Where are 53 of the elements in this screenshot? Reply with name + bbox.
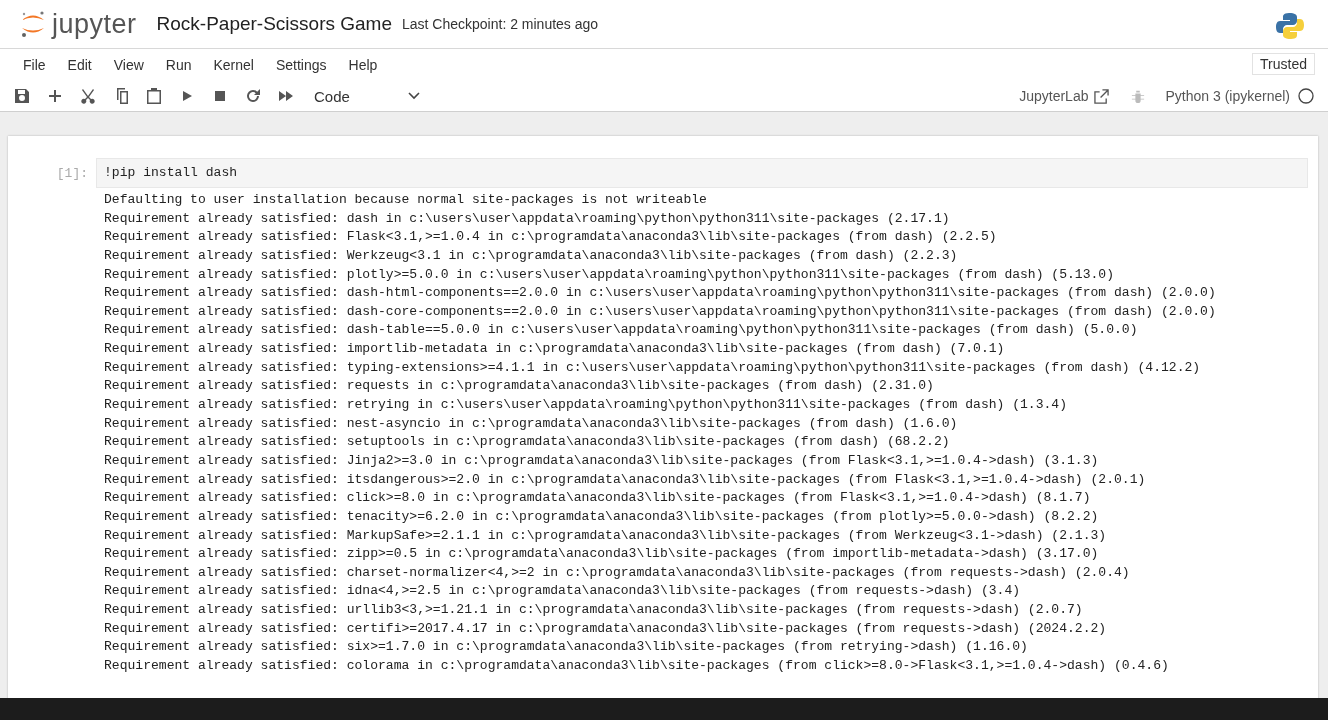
- menu-item[interactable]: File: [12, 57, 57, 73]
- menu-item[interactable]: Help: [337, 57, 389, 73]
- output-line: Requirement already satisfied: nest-asyncio in c:\programdata\anaconda3\lib\site-packages (from dash) (1.6.0): [104, 415, 958, 431]
- cut-icon[interactable]: [80, 88, 96, 104]
- logo-text[interactable]: jupyter: [52, 8, 137, 40]
- fast-forward-icon[interactable]: [278, 88, 294, 104]
- output-line: Requirement already satisfied: Flask<3.1,>=1.0.4 in c:\programdata\anaconda3\lib\site-packages (from dash) (2.2.5): [104, 229, 997, 245]
- output-line: Requirement already satisfied: zipp>=0.5 in c:\programdata\anaconda3\lib\site-packages (from importlib-metadata->dash) (3.17.0): [104, 546, 1099, 562]
- python-logo-icon: [1276, 12, 1304, 40]
- notebook-title[interactable]: Rock-Paper-Scissors Game: [156, 13, 392, 35]
- menu-item[interactable]: View: [102, 57, 155, 73]
- save-icon[interactable]: [14, 88, 30, 104]
- output-line: Requirement already satisfied: requests in c:\programdata\anaconda3\lib\site-packages (from dash) (2.31.0): [104, 378, 934, 394]
- external-link-icon[interactable]: [1094, 88, 1110, 104]
- kernel-name[interactable]: Python 3 (ipykernel): [1165, 88, 1290, 104]
- output-line: Requirement already satisfied: dash-core-components==2.0.0 in c:\users\user\appdata\roaming\python\python311\site-packages (from dash) (2.0.0): [104, 303, 1216, 319]
- output-line: Requirement already satisfied: plotly>=5.0.0 in c:\users\user\appdata\roaming\python\python311\site-packages (from dash) (5.13.0): [104, 266, 1114, 282]
- output-line: Requirement already satisfied: importlib-metadata in c:\programdata\anaconda3\lib\site-packages (from dash) (7.0.1): [104, 341, 1005, 357]
- output-line: Requirement already satisfied: Jinja2>=3.0 in c:\programdata\anaconda3\lib\site-packages (from Flask<3.1,>=1.0.4->dash) (3.1.3): [104, 452, 1099, 468]
- restart-icon[interactable]: [245, 88, 261, 104]
- output-line: Requirement already satisfied: MarkupSafe>=2.1.1 in c:\programdata\anaconda3\lib\site-packages (from Werkzeug<3.1->dash) (2.1.3): [104, 527, 1107, 543]
- checkpoint-text: Last Checkpoint: 2 minutes ago: [402, 16, 599, 32]
- menu-item[interactable]: Settings: [264, 57, 338, 73]
- trusted-indicator[interactable]: Trusted: [1252, 53, 1315, 75]
- output-line: Requirement already satisfied: idna<4,>=2.5 in c:\programdata\anaconda3\lib\site-packages (from requests->dash) (3.4): [104, 583, 1021, 599]
- output-line: Requirement already satisfied: dash-html-components==2.0.0 in c:\users\user\appdata\roaming\python\python311\site-packages (from dash) (2.0.0): [104, 285, 1216, 301]
- output-line: Requirement already satisfied: Werkzeug<3.1 in c:\programdata\anaconda3\lib\site-packages (from dash) (2.2.3): [104, 247, 958, 263]
- output-line: Defaulting to user installation because normal site-packages is not writeable: [104, 192, 707, 207]
- output-line: Requirement already satisfied: setuptools in c:\programdata\anaconda3\lib\site-packages (from dash) (68.2.2): [104, 434, 950, 450]
- paste-icon[interactable]: [146, 88, 162, 104]
- output-line: Requirement already satisfied: certifi>=2017.4.17 in c:\programdata\anaconda3\lib\site-packages (from requests->dash) (2024.2.2): [104, 620, 1107, 636]
- output-line: Requirement already satisfied: six>=1.7.0 in c:\programdata\anaconda3\lib\site-packages (from retrying->dash) (1.16.0): [104, 639, 1028, 655]
- output-line: Requirement already satisfied: urllib3<3,>=1.21.1 in c:\programdata\anaconda3\lib\site-packages (from requests->dash) (2.0.7): [104, 602, 1083, 618]
- code-cell-input[interactable]: !pip install dash: [96, 158, 1308, 188]
- output-line: Requirement already satisfied: typing-extensions>=4.1.1 in c:\users\user\appdata\roaming\python\python311\site-packages (from dash) (4.12.2): [104, 359, 1201, 375]
- stop-icon[interactable]: [212, 88, 228, 104]
- output-line: Requirement already satisfied: itsdangerous>=2.0 in c:\programdata\anaconda3\lib\site-packages (from Flask<3.1,>=1.0.4->dash) (2.0.1): [104, 471, 1146, 487]
- menu-item[interactable]: Run: [154, 57, 203, 73]
- output-line: Requirement already satisfied: dash-table==5.0.0 in c:\users\user\appdata\roaming\python\python311\site-packages (from dash) (5.0.0): [104, 322, 1138, 338]
- output-line: Requirement already satisfied: dash in c:\users\user\appdata\roaming\python\python311\site-packages (2.17.1): [104, 210, 950, 226]
- cell-type-dropdown[interactable]: Code: [314, 87, 420, 105]
- menu-item[interactable]: Kernel: [202, 57, 265, 73]
- output-line: Requirement already satisfied: charset-normalizer<4,>=2 in c:\programdata\anaconda3\lib\site-packages (from requests->dash) (2.0.4): [104, 564, 1130, 580]
- output-line: Requirement already satisfied: retrying in c:\users\user\appdata\roaming\python\python311\site-packages (from dash) (1.3.4): [104, 397, 1068, 413]
- jupyter-logo-icon: [20, 9, 46, 39]
- jupyterlab-link[interactable]: JupyterLab: [1013, 87, 1116, 105]
- menu-item[interactable]: Edit: [56, 57, 103, 73]
- output-line: Requirement already satisfied: colorama in c:\programdata\anaconda3\lib\site-packages (from click>=8.0->Flask<3.1,>=1.0.4->dash) (0.4.6): [104, 658, 1169, 673]
- output-line: Requirement already satisfied: tenacity>=6.2.0 in c:\programdata\anaconda3\lib\site-packages (from plotly>=5.0.0->dash) (8.2.2): [104, 508, 1099, 524]
- output-line: Requirement already satisfied: click>=8.0 in c:\programdata\anaconda3\lib\site-packages (from Flask<3.1,>=1.0.4->dash) (8.1.7): [104, 490, 1091, 506]
- caret-icon[interactable]: [407, 92, 420, 100]
- add-icon[interactable]: [47, 88, 63, 104]
- cell-prompt: [1]:: [56, 166, 88, 181]
